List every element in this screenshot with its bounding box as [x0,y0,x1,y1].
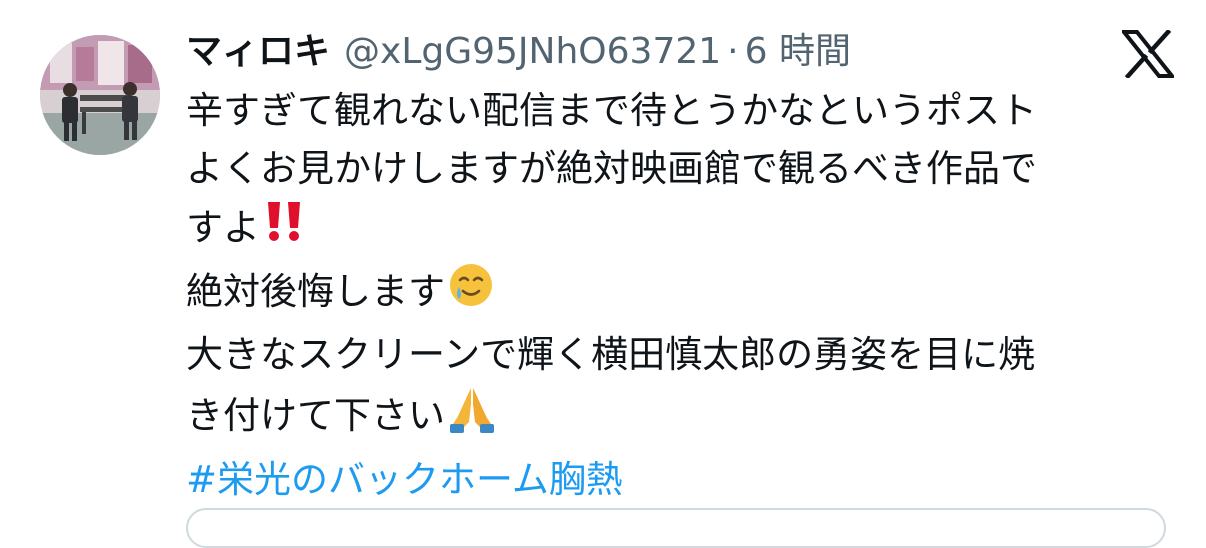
tweet-line: 大きなスクリーンで輝く横田慎太郎の勇姿を目に焼 [186,333,1036,376]
tweet-line-text: すよ [186,206,260,249]
user-handle[interactable]: @xLgG95JNhO63721 [344,25,721,79]
double-exclamation-icon [262,198,308,261]
tweet-line-text: 絶対後悔します [186,270,445,313]
separator-dot: · [727,31,739,72]
tweet-line: 辛すぎて観れない配信まで待とうかなというポスト [186,89,1037,132]
display-name[interactable]: マィロキ [186,25,330,79]
tweet-line: すよ [186,198,1176,261]
tweet-line: 絶対後悔します [186,261,1176,326]
folded-hands-icon [447,384,497,451]
tweet-line: き付けて下さい [186,384,1176,451]
avatar[interactable] [40,35,160,155]
embedded-card[interactable] [186,508,1166,548]
x-logo-icon [1119,28,1177,80]
tweet-line-text: き付けて下さい [186,394,445,437]
timestamp[interactable]: 6 時間 [745,25,851,79]
tweet-line: よくお見かけしますが絶対映画館で観るべき作品で [186,147,1037,190]
tweet-text: 辛すぎて観れない配信まで待とうかなというポスト よくお見かけしますが絶対映画館で… [186,82,1176,509]
smiling-face-with-tear-icon [447,261,495,326]
tweet-header: マィロキ @xLgG95JNhO63721 · 6 時間 [186,25,851,79]
hashtag-link[interactable]: #栄光のバックホーム胸熱 [186,451,1176,509]
